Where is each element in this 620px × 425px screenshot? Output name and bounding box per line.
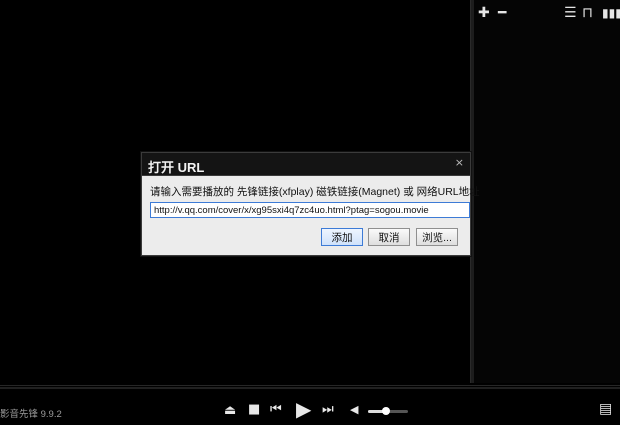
signal-icon[interactable]: ▮▮▮ xyxy=(602,5,620,21)
remove-icon[interactable]: ━ xyxy=(498,5,506,21)
app-name-label: 影音先锋 9.9.2 xyxy=(0,409,62,420)
dialog-title: 打开 URL xyxy=(148,160,205,175)
playlist-toolbar: ✚ ━ ☰ ⊓ ▮▮▮ xyxy=(474,0,620,26)
next-icon[interactable]: ⏭ xyxy=(322,403,334,416)
url-input[interactable] xyxy=(150,202,470,218)
previous-icon[interactable]: ⏮ xyxy=(270,403,282,416)
menu-icon[interactable]: ☰ xyxy=(564,5,577,21)
eject-icon[interactable]: ⏏ xyxy=(224,404,236,417)
volume-slider[interactable] xyxy=(368,407,408,415)
open-url-dialog: 打开 URL × 请输入需要播放的 先锋链接(xfplay) 磁铁链接(Magn… xyxy=(141,152,480,256)
dialog-prompt: 请输入需要播放的 先锋链接(xfplay) 磁铁链接(Magnet) 或 网络U… xyxy=(150,186,480,198)
playlist-toggle-icon[interactable]: ▤ xyxy=(599,402,612,416)
pin-icon[interactable]: ⊓ xyxy=(582,5,593,21)
play-icon[interactable]: ▶ xyxy=(296,399,311,419)
browse-button[interactable]: 浏览... xyxy=(416,228,458,246)
dialog-body: 请输入需要播放的 先锋链接(xfplay) 磁铁链接(Magnet) 或 网络U… xyxy=(142,176,480,255)
close-icon[interactable]: × xyxy=(455,156,464,169)
volume-icon[interactable]: ◀ xyxy=(350,404,358,415)
dialog-title-bar[interactable]: 打开 URL × xyxy=(142,153,470,176)
bottom-divider xyxy=(0,385,620,386)
stop-icon[interactable]: ■ xyxy=(248,403,260,416)
add-icon[interactable]: ✚ xyxy=(478,5,490,21)
playlist-panel[interactable]: ✚ ━ ☰ ⊓ ▮▮▮ xyxy=(474,0,620,383)
cancel-button[interactable]: 取消 xyxy=(368,228,410,246)
add-button[interactable]: 添加 xyxy=(321,228,363,246)
volume-knob[interactable] xyxy=(382,407,390,415)
